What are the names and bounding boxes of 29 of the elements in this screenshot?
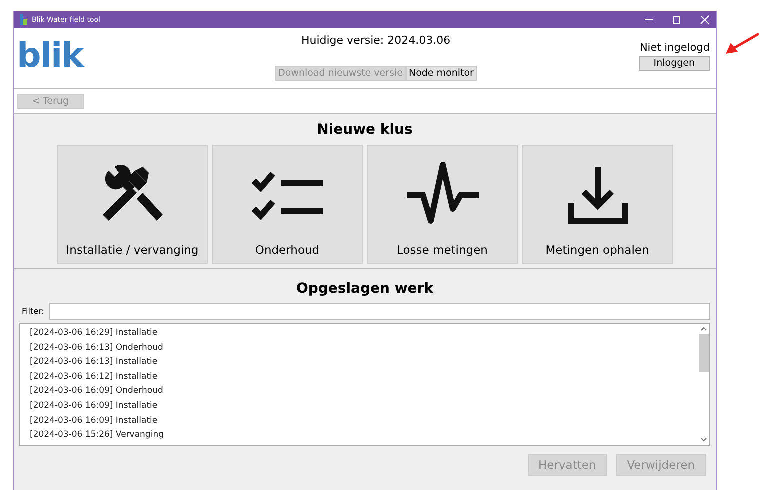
download-icon xyxy=(568,165,628,225)
section-title: Nieuwe klus xyxy=(316,122,414,138)
list-item[interactable]: [2024-03-06 16:29] Installatie xyxy=(30,326,698,341)
logo: blik xyxy=(16,35,84,71)
heartbeat-icon xyxy=(404,161,480,225)
list-item[interactable]: [2024-03-06 16:09] Installatie xyxy=(30,414,698,428)
list-item[interactable]: [2024-03-06 15:26] Vervanging xyxy=(30,428,698,443)
arrow-drawing xyxy=(725,32,761,56)
scroll-down-icon[interactable] xyxy=(700,438,706,442)
maximize-icon[interactable] xyxy=(672,14,682,24)
job-tile[interactable]: Metingen ophalen xyxy=(522,145,673,264)
list-item[interactable]: [2024-03-06 16:13] Onderhoud xyxy=(30,340,698,356)
job-tile[interactable]: Onderhoud xyxy=(212,145,363,264)
list-item[interactable]: [2024-03-06 16:13] Installatie xyxy=(30,355,698,370)
scroll-up-icon[interactable] xyxy=(700,327,706,331)
login-button[interactable]: Inloggen xyxy=(638,56,710,71)
filter-field[interactable] xyxy=(49,303,710,320)
filter-label: Filter: xyxy=(22,307,44,316)
app-icon xyxy=(19,14,28,25)
monitor-button[interactable]: Node monitor xyxy=(406,66,477,81)
job-tile[interactable]: Installatie / vervanging xyxy=(57,145,208,264)
close-icon[interactable] xyxy=(700,14,710,24)
login-status: Niet ingelogd xyxy=(640,42,710,54)
list-item[interactable]: [2024-03-06 16:09] Onderhoud xyxy=(30,384,698,399)
job-tile[interactable]: Losse metingen xyxy=(367,145,518,264)
list-item[interactable]: [2024-03-06 16:12] Installatie xyxy=(30,370,698,384)
version-label: Huidige versie: 2024.03.06 xyxy=(301,34,451,47)
section-title: Opgeslagen werk xyxy=(295,281,435,297)
list-item[interactable]: [2024-03-06 16:09] Installatie xyxy=(30,398,698,414)
